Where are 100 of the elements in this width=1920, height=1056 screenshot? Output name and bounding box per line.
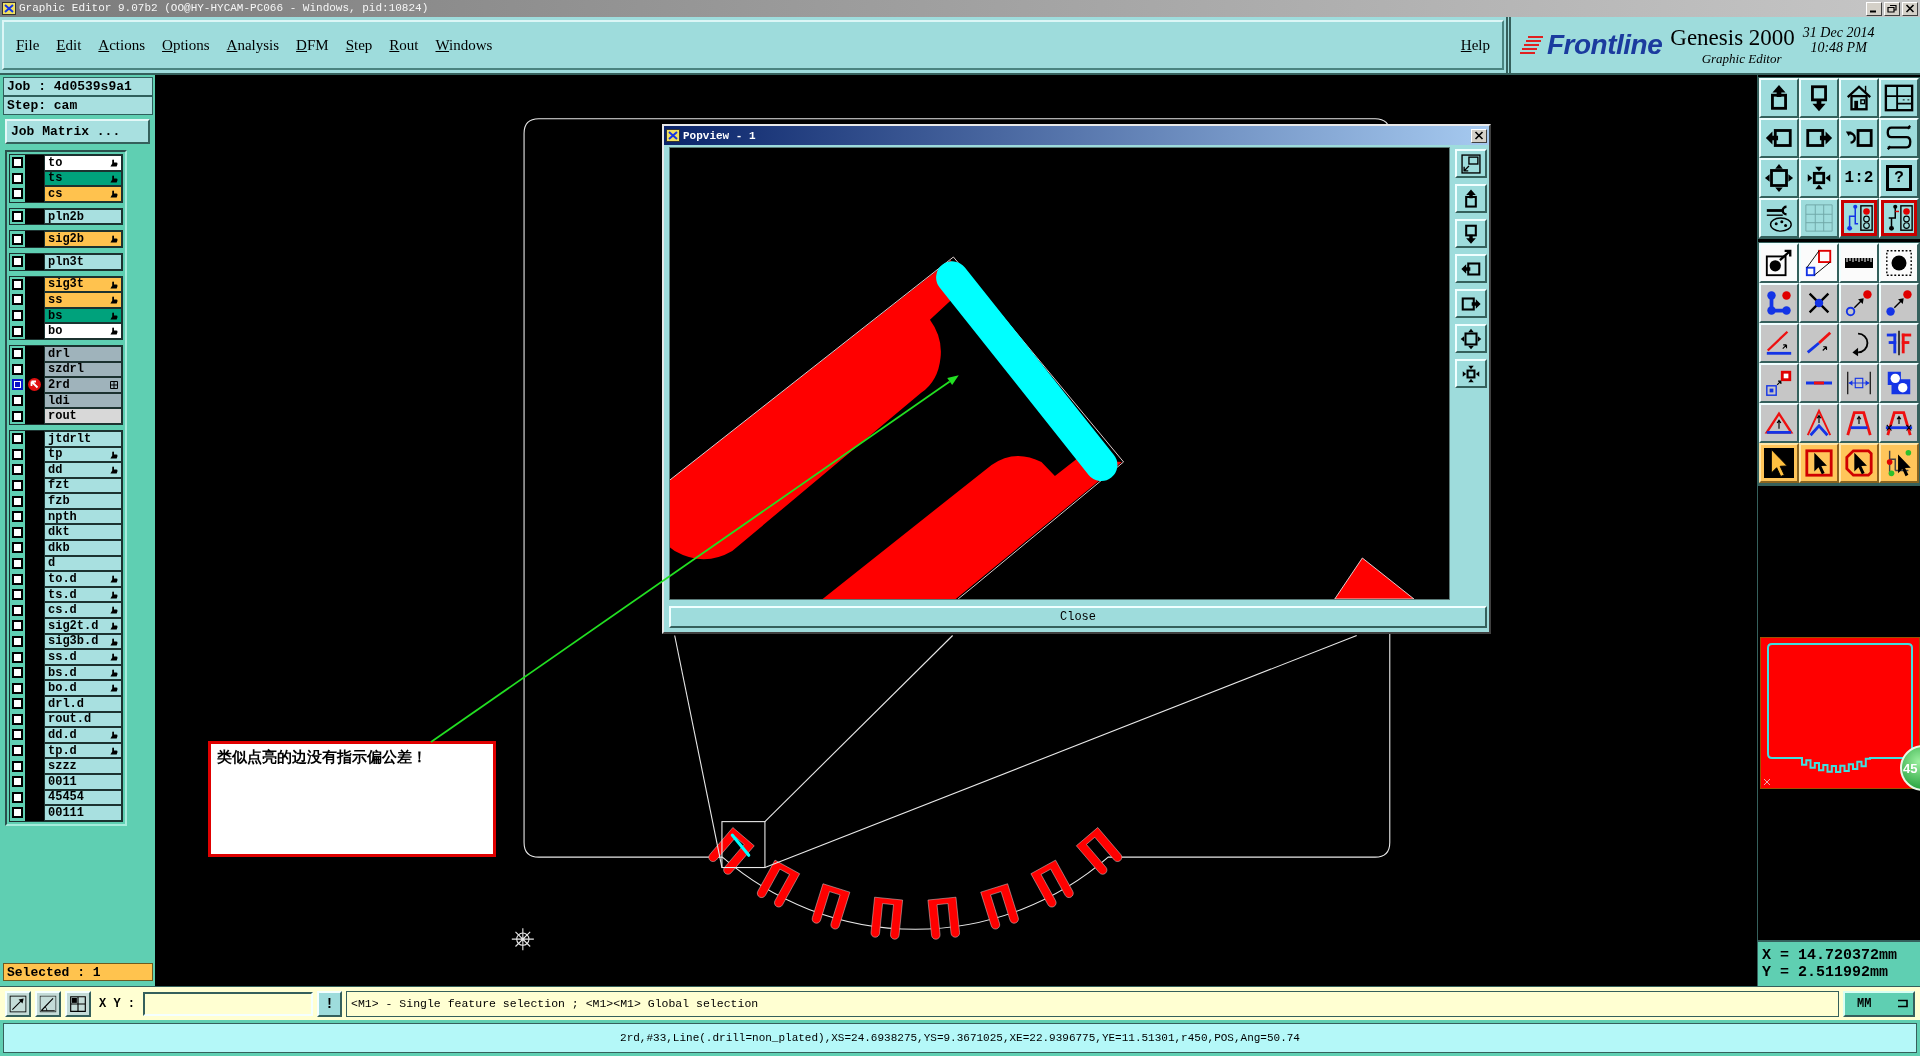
toolbar-button[interactable]: [1839, 363, 1879, 403]
toolbar-button[interactable]: [1799, 363, 1839, 403]
layer-item[interactable]: dd: [44, 462, 122, 478]
toolbar-button[interactable]: [1759, 323, 1799, 363]
view-tool-button[interactable]: [1455, 289, 1487, 318]
select-mode-button[interactable]: [1759, 443, 1799, 483]
toolbar-button[interactable]: [1759, 363, 1799, 403]
toolbar-button[interactable]: [1879, 283, 1919, 323]
layer-item[interactable]: 2rd: [44, 377, 122, 393]
layer-item[interactable]: rout: [44, 408, 122, 424]
select-mode-button[interactable]: [1839, 443, 1879, 483]
menu-item[interactable]: Analysis: [226, 36, 280, 54]
toolbar-button[interactable]: [1839, 243, 1879, 283]
coordinate-input[interactable]: [143, 991, 313, 1016]
layer-checkbox[interactable]: [12, 325, 23, 337]
toolbar-button[interactable]: [1879, 403, 1919, 443]
layer-checkbox[interactable]: [12, 542, 23, 554]
layer-checkbox[interactable]: [12, 526, 23, 538]
layer-item[interactable]: drl.d: [44, 696, 122, 712]
layer-checkbox[interactable]: [12, 620, 23, 632]
toolbar-button[interactable]: [1839, 78, 1879, 118]
tool-button[interactable]: [65, 990, 91, 1017]
toolbar-button[interactable]: [1799, 158, 1839, 198]
layer-checkbox[interactable]: [12, 573, 23, 585]
view-tool-button[interactable]: [1455, 359, 1487, 388]
layer-item[interactable]: pln3t: [44, 253, 122, 270]
layer-checkbox[interactable]: [12, 464, 23, 476]
layer-item[interactable]: bo.d: [44, 680, 122, 696]
layer-checkbox[interactable]: [12, 776, 23, 788]
view-tool-button[interactable]: [1455, 324, 1487, 353]
layer-checkbox[interactable]: [12, 448, 23, 460]
view-tool-button[interactable]: [1455, 149, 1487, 178]
toolbar-button[interactable]: [1879, 323, 1919, 363]
help-button[interactable]: ?: [1879, 158, 1919, 198]
toolbar-button[interactable]: [1759, 198, 1799, 238]
toolbar-button[interactable]: [1759, 243, 1799, 283]
layer-checkbox[interactable]: [12, 635, 23, 647]
layer-checkbox[interactable]: [12, 410, 23, 422]
menu-item[interactable]: Windows: [435, 36, 493, 54]
menu-item[interactable]: File: [16, 36, 40, 54]
layer-checkbox[interactable]: [12, 495, 23, 507]
toolbar-button[interactable]: [1879, 363, 1919, 403]
layer-checkbox[interactable]: [12, 278, 23, 290]
layer-item[interactable]: jtdrlt: [44, 430, 122, 447]
toolbar-button[interactable]: [1839, 198, 1879, 238]
layer-item[interactable]: dd.d: [44, 727, 122, 743]
toolbar-button[interactable]: [1759, 78, 1799, 118]
layer-item[interactable]: szzz: [44, 758, 122, 774]
restore-button[interactable]: [1884, 1, 1900, 16]
layer-item[interactable]: ss: [44, 292, 122, 308]
toolbar-button[interactable]: [1799, 403, 1839, 443]
toolbar-button[interactable]: [1799, 78, 1839, 118]
layer-item[interactable]: sig2b: [44, 231, 122, 247]
layer-checkbox[interactable]: [12, 511, 23, 523]
toolbar-button[interactable]: [1879, 118, 1919, 158]
layer-checkbox[interactable]: [12, 713, 23, 725]
layer-checkbox[interactable]: [12, 395, 23, 406]
menu-item[interactable]: Rout: [389, 36, 419, 54]
layer-item[interactable]: to.d: [44, 571, 122, 587]
tool-button[interactable]: [35, 990, 61, 1017]
layer-item[interactable]: cs.d: [44, 602, 122, 619]
layer-item[interactable]: to: [44, 155, 122, 171]
layer-checkbox[interactable]: [12, 807, 23, 819]
toolbar-button[interactable]: [1799, 198, 1839, 238]
toolbar-button[interactable]: [1839, 403, 1879, 443]
view-tool-button[interactable]: [1455, 254, 1487, 283]
menu-item[interactable]: DFM: [296, 36, 329, 54]
layer-item[interactable]: cs: [44, 186, 122, 202]
layer-item[interactable]: sig2t.d: [44, 618, 122, 634]
layer-item[interactable]: 00111: [44, 805, 122, 821]
layer-checkbox[interactable]: [12, 211, 23, 223]
menu-item[interactable]: Actions: [98, 36, 146, 54]
layer-checkbox[interactable]: [12, 256, 23, 268]
layer-checkbox[interactable]: [12, 379, 23, 391]
toolbar-button[interactable]: [1879, 243, 1919, 283]
layer-checkbox[interactable]: [12, 363, 23, 375]
toolbar-button[interactable]: [1799, 243, 1839, 283]
minimize-button[interactable]: [1866, 1, 1882, 16]
menu-item[interactable]: Step: [345, 36, 373, 54]
layer-checkbox[interactable]: [12, 682, 23, 694]
layer-checkbox[interactable]: [12, 698, 23, 710]
toolbar-button[interactable]: [1759, 158, 1799, 198]
menu-item[interactable]: Options: [162, 36, 210, 54]
layer-checkbox[interactable]: [12, 745, 23, 757]
layer-checkbox[interactable]: [12, 188, 23, 200]
ratio-button[interactable]: 1:2: [1839, 158, 1879, 198]
layer-item[interactable]: fzb: [44, 493, 122, 509]
layer-checkbox[interactable]: [12, 760, 23, 772]
view-tool-button[interactable]: [1455, 184, 1487, 213]
toolbar-button[interactable]: [1759, 118, 1799, 158]
layer-checkbox[interactable]: [12, 604, 23, 616]
layer-item[interactable]: ss.d: [44, 649, 122, 665]
toolbar-button[interactable]: [1879, 198, 1919, 238]
toolbar-button[interactable]: [1799, 118, 1839, 158]
popup-close-button[interactable]: Close: [669, 606, 1487, 628]
layer-item[interactable]: dkt: [44, 524, 122, 541]
layer-item[interactable]: drl: [44, 345, 122, 362]
view-tool-button[interactable]: [1455, 219, 1487, 248]
layer-item[interactable]: sig3t: [44, 276, 122, 293]
toolbar-button[interactable]: [1839, 323, 1879, 363]
